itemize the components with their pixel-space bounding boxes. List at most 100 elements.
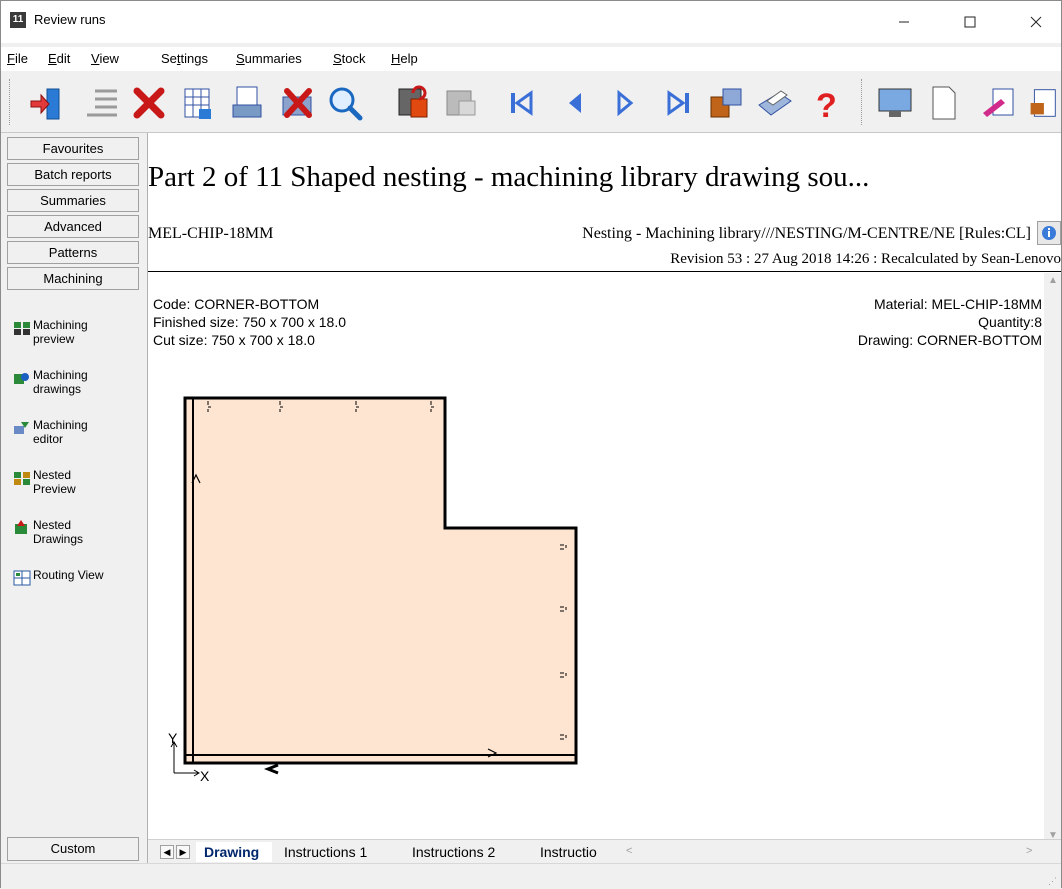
menu-summaries-accel: S	[236, 51, 245, 66]
bottom-tab-bar: ◀ ▶ Drawing Instructions 1 Instructions …	[148, 839, 1061, 863]
tab-instructions-1[interactable]: Instructions 1	[276, 842, 400, 862]
calculator-button[interactable]	[389, 76, 437, 130]
monitor-button[interactable]	[871, 76, 919, 130]
delete-print-icon	[282, 88, 312, 118]
menu-view[interactable]: View	[91, 51, 119, 66]
edit-report-icon	[983, 88, 1014, 117]
nav-item-line2: Preview	[33, 482, 76, 496]
nav-item-label: Nested Drawings	[33, 518, 133, 546]
more-icon	[1030, 89, 1056, 117]
maximize-icon	[964, 16, 976, 28]
nav-tab-machining[interactable]: Machining	[7, 267, 139, 290]
search-button[interactable]	[321, 76, 369, 130]
more-button[interactable]	[1023, 76, 1061, 130]
calculator-icon	[398, 85, 428, 118]
close-button[interactable]	[1013, 7, 1059, 37]
edit-report-button[interactable]	[975, 76, 1023, 130]
scroll-up-icon[interactable]: ▲	[1048, 275, 1058, 286]
nav-tab-summaries[interactable]: Summaries	[7, 189, 139, 212]
nav-item-routing-view[interactable]: Routing View	[13, 568, 141, 618]
nav-item-machining-preview[interactable]: Machining preview	[13, 318, 141, 368]
drawing-area: Code: CORNER-BOTTOM Finished size: 750 x…	[148, 273, 1044, 818]
tab-scroll-right-icon[interactable]: ▶	[176, 845, 190, 859]
status-bar: ⋰	[1, 863, 1061, 889]
previous-button[interactable]	[551, 76, 599, 130]
nav-item-nested-drawings[interactable]: Nested Drawings	[13, 518, 141, 568]
nav-item-machining-drawings[interactable]: Machining drawings	[13, 368, 141, 418]
app-window: 11 Review runs File Edit View Settings S…	[0, 0, 1062, 889]
splitter[interactable]	[141, 133, 148, 863]
nav-item-line1: Nested	[33, 468, 72, 482]
revision-info: Revision 53 : 27 Aug 2018 14:26 : Recalc…	[670, 251, 1061, 267]
info-button[interactable]	[1037, 221, 1061, 245]
hscroll-right-icon[interactable]: >	[1026, 845, 1032, 857]
list-button[interactable]	[77, 76, 125, 130]
nav-tab-favourites[interactable]: Favourites	[7, 137, 139, 160]
svg-text:?: ?	[816, 87, 837, 123]
nav-tab-advanced[interactable]: Advanced	[7, 215, 139, 238]
exit-icon	[30, 88, 60, 120]
minimize-button[interactable]	[881, 7, 927, 37]
printer-icon	[758, 90, 792, 116]
main-panel: Part 2 of 11 Shaped nesting - machining …	[148, 133, 1061, 863]
last-button[interactable]	[655, 76, 703, 130]
menu-edit[interactable]: Edit	[48, 51, 70, 66]
machining-preview-icon	[14, 322, 30, 335]
tab-drawing[interactable]: Drawing	[196, 842, 272, 862]
tab-instructions-1-label: Instructions 1	[284, 844, 368, 860]
previous-icon	[569, 93, 581, 113]
menu-bar: File Edit View Settings Summaries Stock …	[1, 47, 1061, 71]
grid-report-button[interactable]	[173, 76, 221, 130]
nav-item-line1: Machining	[33, 418, 88, 432]
nested-preview-icon	[14, 472, 30, 485]
origin-arrow	[263, 763, 279, 775]
print-grid-button[interactable]	[223, 76, 271, 130]
blank-page-button[interactable]	[919, 76, 967, 130]
menu-summaries[interactable]: Summaries	[236, 51, 302, 66]
tab-instructions-2[interactable]: Instructions 2	[404, 842, 528, 862]
menu-settings[interactable]: Settings	[161, 51, 208, 66]
menu-help-label: elp	[400, 51, 418, 66]
delete-button[interactable]	[125, 76, 173, 130]
nav-item-machining-editor[interactable]: Machining editor	[13, 418, 141, 468]
menu-file[interactable]: File	[7, 51, 28, 66]
axis-x-label: X	[200, 768, 210, 784]
report-icon	[446, 90, 476, 116]
toolbar-separator	[861, 79, 863, 125]
menu-file-label: ile	[14, 51, 28, 66]
nav-item-nested-preview[interactable]: Nested Preview	[13, 468, 141, 518]
export-icon	[710, 88, 742, 118]
nav-item-label: Machining drawings	[33, 368, 133, 396]
menu-stock[interactable]: Stock	[333, 51, 366, 66]
exit-button[interactable]	[23, 76, 71, 130]
page-title: Part 2 of 11 Shaped nesting - machining …	[148, 161, 870, 193]
tab-drawing-label: Drawing	[204, 844, 260, 860]
next-button[interactable]	[601, 76, 649, 130]
hscroll-left-icon[interactable]: <	[626, 845, 632, 857]
report-button[interactable]	[437, 76, 485, 130]
first-button[interactable]	[497, 76, 545, 130]
tab-instructions-3[interactable]: Instructio	[532, 842, 610, 862]
menu-stock-accel: S	[333, 51, 342, 66]
menu-help[interactable]: Help	[391, 51, 418, 66]
tab-scroll-left-icon[interactable]: ◀	[160, 845, 174, 859]
blank-page-icon	[932, 86, 956, 120]
tab-instructions-2-label: Instructions 2	[412, 844, 496, 860]
grid-report-icon	[184, 88, 211, 119]
nav-tab-patterns[interactable]: Patterns	[7, 241, 139, 264]
nav-tab-custom[interactable]: Custom	[7, 837, 139, 861]
vertical-scrollbar[interactable]: ▲ ▼	[1044, 273, 1061, 853]
window-title: Review runs	[34, 12, 106, 27]
nav-item-label: Machining preview	[33, 318, 133, 346]
resize-grip-icon[interactable]: ⋰	[1048, 876, 1057, 887]
maximize-button[interactable]	[947, 7, 993, 37]
close-icon	[1030, 16, 1042, 28]
nav-tab-batch-reports[interactable]: Batch reports	[7, 163, 139, 186]
delete-print-button[interactable]	[273, 76, 321, 130]
export-button[interactable]	[703, 76, 751, 130]
machining-editor-icon	[14, 422, 29, 434]
printer-button[interactable]	[751, 76, 799, 130]
help-icon: ?	[816, 87, 837, 123]
help-button[interactable]: ?	[801, 76, 849, 130]
nested-drawings-icon	[15, 520, 27, 534]
